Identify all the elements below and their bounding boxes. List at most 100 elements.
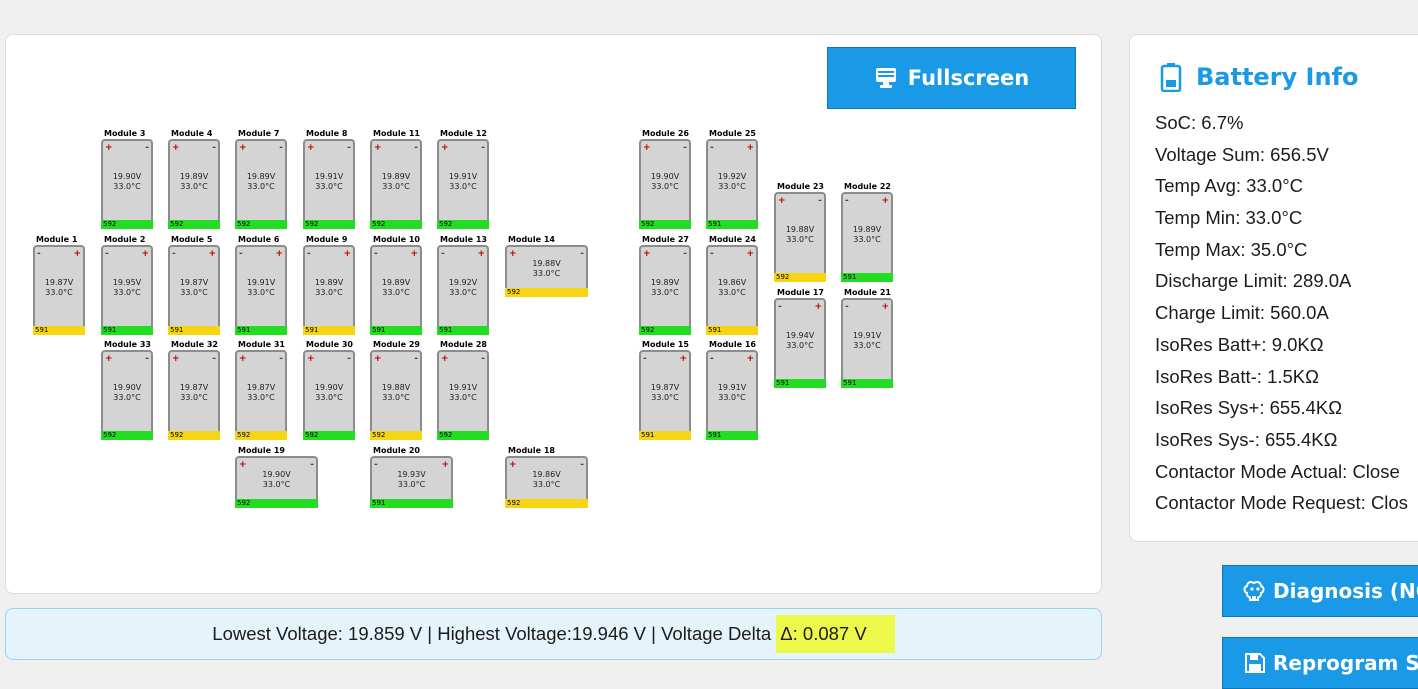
- module-name: Module 16: [709, 340, 756, 349]
- positive-terminal: +: [477, 249, 485, 259]
- info-discharge-limit: Discharge Limit: 289.0A: [1155, 270, 1352, 292]
- battery-module[interactable]: Module 11 + - 19.89V 33.0°C 592: [370, 129, 422, 229]
- module-name: Module 9: [306, 235, 348, 244]
- module-voltage: 19.87V: [650, 382, 680, 392]
- module-voltage: 19.90V: [314, 382, 344, 392]
- positive-terminal: +: [105, 354, 113, 364]
- battery-module[interactable]: Module 16 - +19.91V 33.0°C 591: [706, 340, 758, 440]
- info-isores-sys-plus: IsoRes Sys+: 655.4KΩ: [1155, 397, 1343, 419]
- module-status-bar: 592: [639, 326, 691, 335]
- negative-terminal: -: [212, 354, 216, 364]
- battery-module[interactable]: Module 1 - +19.87V 33.0°C 591: [33, 235, 85, 335]
- module-voltage: 19.89V: [381, 277, 411, 287]
- module-voltage: 19.88V: [532, 258, 561, 268]
- negative-terminal: -: [279, 143, 283, 153]
- module-name: Module 13: [440, 235, 487, 244]
- positive-terminal: +: [275, 249, 283, 259]
- module-status-bar: 591: [168, 326, 220, 335]
- module-status-bar: 592: [303, 431, 355, 440]
- negative-terminal: -: [37, 249, 41, 259]
- module-voltage: 19.89V: [852, 224, 882, 234]
- module-status-bar: 591: [841, 273, 893, 282]
- negative-terminal: -: [683, 143, 687, 153]
- battery-module[interactable]: Module 30 + - 19.90V 33.0°C 592: [303, 340, 355, 440]
- module-status-bar: 592: [235, 499, 318, 508]
- fullscreen-button[interactable]: Fullscreen: [827, 47, 1076, 109]
- negative-terminal: -: [347, 143, 351, 153]
- battery-module[interactable]: Module 22 - +19.89V 33.0°C 591: [841, 182, 893, 282]
- battery-module[interactable]: Module 33 + - 19.90V 33.0°C 592: [101, 340, 153, 440]
- module-name: Module 4: [171, 129, 213, 138]
- battery-module[interactable]: Module 23 + - 19.88V 33.0°C 592: [774, 182, 826, 282]
- positive-terminal: +: [141, 249, 149, 259]
- module-temperature: 33.0°C: [180, 287, 208, 297]
- battery-module[interactable]: Module 8 + - 19.91V 33.0°C 592: [303, 129, 355, 229]
- battery-module[interactable]: Module 5 - +19.87V 33.0°C 591: [168, 235, 220, 335]
- module-status-bar: 591: [437, 326, 489, 335]
- battery-module[interactable]: Module 31 + - 19.87V 33.0°C 592: [235, 340, 287, 440]
- negative-terminal: -: [481, 354, 485, 364]
- battery-module[interactable]: Module 32 + - 19.87V 33.0°C 592: [168, 340, 220, 440]
- battery-module[interactable]: Module 6 - +19.91V 33.0°C 591: [235, 235, 287, 335]
- voltage-summary-text: Lowest Voltage: 19.859 V | Highest Volta…: [212, 623, 777, 644]
- module-temperature: 33.0°C: [382, 181, 410, 191]
- negative-terminal: -: [481, 143, 485, 153]
- battery-module[interactable]: Module 10 - +19.89V 33.0°C 591: [370, 235, 422, 335]
- battery-module[interactable]: Module 4 + - 19.89V 33.0°C 592: [168, 129, 220, 229]
- negative-terminal: -: [145, 354, 149, 364]
- module-name: Module 8: [306, 129, 348, 138]
- module-voltage: 19.95V: [112, 277, 142, 287]
- module-name: Module 10: [373, 235, 420, 244]
- module-status-bar: 591: [370, 499, 453, 508]
- positive-terminal: +: [172, 354, 180, 364]
- battery-module[interactable]: Module 7 + - 19.89V 33.0°C 592: [235, 129, 287, 229]
- module-voltage: 19.91V: [314, 171, 344, 181]
- info-isores-batt-minus: IsoRes Batt-: 1.5KΩ: [1155, 365, 1319, 387]
- battery-module[interactable]: Module 20- +19.93V 33.0°C 591: [370, 446, 453, 508]
- save-icon: [1245, 653, 1265, 673]
- negative-terminal: -: [441, 249, 445, 259]
- battery-module[interactable]: Module 3 + - 19.90V 33.0°C 592: [101, 129, 153, 229]
- battery-module[interactable]: Module 27 + - 19.89V 33.0°C 592: [639, 235, 691, 335]
- battery-module[interactable]: Module 29 + - 19.88V 33.0°C 592: [370, 340, 422, 440]
- module-temperature: 33.0°C: [532, 268, 561, 278]
- module-voltage: 19.87V: [179, 382, 209, 392]
- battery-module[interactable]: Module 12 + - 19.91V 33.0°C 592: [437, 129, 489, 229]
- negative-terminal: -: [307, 249, 311, 259]
- battery-module[interactable]: Module 2 - +19.95V 33.0°C 591: [101, 235, 153, 335]
- battery-module[interactable]: Module 25 - +19.92V 33.0°C 591: [706, 129, 758, 229]
- info-isores-sys-minus: IsoRes Sys-: 655.4KΩ: [1155, 428, 1338, 450]
- battery-module[interactable]: Module 14 + -19.88V 33.0°C 592: [505, 235, 588, 297]
- module-status-bar: 591: [706, 326, 758, 335]
- battery-module[interactable]: Module 28 + - 19.91V 33.0°C 592: [437, 340, 489, 440]
- module-status-bar: 592: [235, 431, 287, 440]
- battery-module[interactable]: Module 21 - +19.91V 33.0°C 591: [841, 288, 893, 388]
- module-voltage: 19.91V: [448, 382, 478, 392]
- battery-module[interactable]: Module 13 - +19.92V 33.0°C 591: [437, 235, 489, 335]
- battery-module[interactable]: Module 18 + -19.86V 33.0°C 592: [505, 446, 588, 508]
- negative-terminal: -: [683, 249, 687, 259]
- module-voltage: 19.86V: [532, 469, 561, 479]
- module-name: Module 14: [508, 235, 555, 244]
- module-name: Module 6: [238, 235, 280, 244]
- battery-module[interactable]: Module 17 - +19.94V 33.0°C 591: [774, 288, 826, 388]
- battery-module[interactable]: Module 19 + -19.90V 33.0°C 592: [235, 446, 318, 508]
- module-status-bar: 592: [168, 431, 220, 440]
- negative-terminal: -: [414, 143, 418, 153]
- module-temperature: 33.0°C: [315, 181, 343, 191]
- reprogram-button[interactable]: Reprogram SV: [1222, 637, 1418, 689]
- module-voltage: 19.91V: [448, 171, 478, 181]
- battery-info-title: Battery Info: [1196, 63, 1359, 91]
- module-temperature: 33.0°C: [247, 392, 275, 402]
- positive-terminal: +: [746, 143, 754, 153]
- negative-terminal: -: [374, 249, 378, 259]
- module-name: Module 28: [440, 340, 487, 349]
- battery-module[interactable]: Module 26 + - 19.90V 33.0°C 592: [639, 129, 691, 229]
- module-temperature: 33.0°C: [247, 287, 275, 297]
- battery-module[interactable]: Module 15 - +19.87V 33.0°C 591: [639, 340, 691, 440]
- battery-module[interactable]: Module 24 - +19.86V 33.0°C 591: [706, 235, 758, 335]
- negative-terminal: -: [710, 143, 714, 153]
- diagnosis-button[interactable]: Diagnosis (NC: [1222, 565, 1418, 617]
- battery-module[interactable]: Module 9 - +19.89V 33.0°C 591: [303, 235, 355, 335]
- negative-terminal: -: [845, 302, 849, 312]
